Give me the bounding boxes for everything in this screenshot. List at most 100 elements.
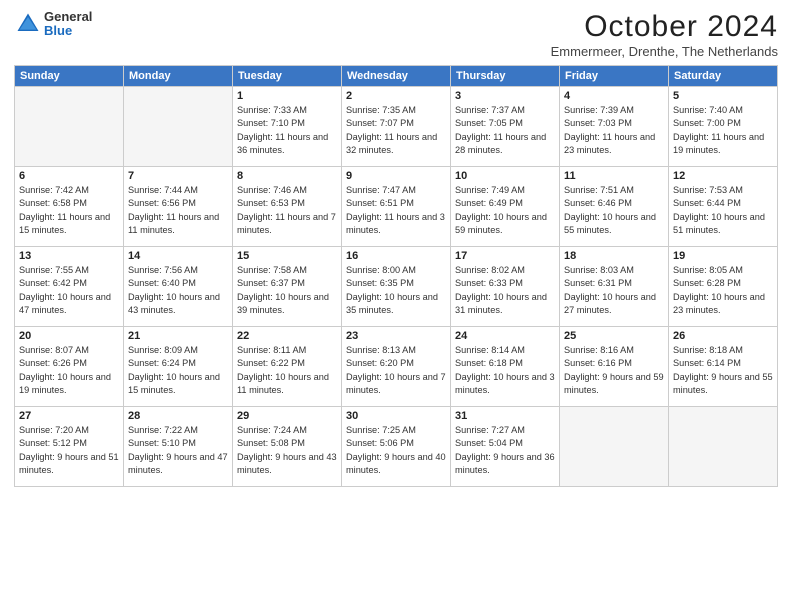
weekday-header-tuesday: Tuesday [233, 66, 342, 87]
day-info: Sunrise: 8:07 AM Sunset: 6:26 PM Dayligh… [19, 344, 119, 397]
day-number: 5 [673, 90, 773, 102]
day-cell: 18 Sunrise: 8:03 AM Sunset: 6:31 PM Dayli… [560, 247, 669, 327]
day-cell: 31Sunrise: 7:27 AM Sunset: 5:04 PM Dayli… [451, 407, 560, 487]
day-info: Sunrise: 7:44 AM Sunset: 6:56 PM Dayligh… [128, 184, 228, 237]
day-number: 7 [128, 170, 228, 182]
day-cell [15, 87, 124, 167]
day-cell: 6 Sunrise: 7:42 AM Sunset: 6:58 PM Daylig… [15, 167, 124, 247]
day-cell: 22Sunrise: 8:11 AM Sunset: 6:22 PM Dayli… [233, 327, 342, 407]
day-cell: 12 Sunrise: 7:53 AM Sunset: 6:44 PM Dayli… [669, 167, 778, 247]
weekday-header-friday: Friday [560, 66, 669, 87]
day-number: 15 [237, 250, 337, 262]
day-number: 1 [237, 90, 337, 102]
day-info: Sunrise: 8:00 AM Sunset: 6:35 PM Dayligh… [346, 264, 446, 317]
day-cell: 5 Sunrise: 7:40 AM Sunset: 7:00 PM Daylig… [669, 87, 778, 167]
day-number: 11 [564, 170, 664, 182]
day-cell: 3Sunrise: 7:37 AM Sunset: 7:05 PM Daylig… [451, 87, 560, 167]
day-cell: 13 Sunrise: 7:55 AM Sunset: 6:42 PM Dayli… [15, 247, 124, 327]
day-number: 21 [128, 330, 228, 342]
day-info: Sunrise: 7:39 AM Sunset: 7:03 PM Dayligh… [564, 104, 664, 157]
day-number: 9 [346, 170, 446, 182]
day-number: 24 [455, 330, 555, 342]
logo-blue: Blue [44, 24, 92, 38]
weekday-header-saturday: Saturday [669, 66, 778, 87]
day-info: Sunrise: 7:20 AM Sunset: 5:12 PM Dayligh… [19, 424, 119, 477]
weekday-header-sunday: Sunday [15, 66, 124, 87]
day-number: 18 [564, 250, 664, 262]
day-cell: 25 Sunrise: 8:16 AM Sunset: 6:16 PM Dayli… [560, 327, 669, 407]
day-number: 22 [237, 330, 337, 342]
day-info: Sunrise: 7:55 AM Sunset: 6:42 PM Dayligh… [19, 264, 119, 317]
day-number: 14 [128, 250, 228, 262]
day-number: 25 [564, 330, 664, 342]
day-info: Sunrise: 7:22 AM Sunset: 5:10 PM Dayligh… [128, 424, 228, 477]
day-number: 6 [19, 170, 119, 182]
day-info: Sunrise: 8:18 AM Sunset: 6:14 PM Dayligh… [673, 344, 773, 397]
logo-text: General Blue [44, 10, 92, 39]
day-cell [124, 87, 233, 167]
subtitle: Emmermeer, Drenthe, The Netherlands [551, 44, 778, 59]
day-info: Sunrise: 7:33 AM Sunset: 7:10 PM Dayligh… [237, 104, 337, 157]
page: General Blue October 2024 Emmermeer, Dre… [0, 0, 792, 612]
day-cell: 4 Sunrise: 7:39 AM Sunset: 7:03 PM Daylig… [560, 87, 669, 167]
day-cell: 28 Sunrise: 7:22 AM Sunset: 5:10 PM Dayli… [124, 407, 233, 487]
day-number: 2 [346, 90, 446, 102]
day-number: 27 [19, 410, 119, 422]
day-info: Sunrise: 7:35 AM Sunset: 7:07 PM Dayligh… [346, 104, 446, 157]
day-cell: 17 Sunrise: 8:02 AM Sunset: 6:33 PM Dayli… [451, 247, 560, 327]
day-cell: 20Sunrise: 8:07 AM Sunset: 6:26 PM Dayli… [15, 327, 124, 407]
day-info: Sunrise: 7:58 AM Sunset: 6:37 PM Dayligh… [237, 264, 337, 317]
day-cell: 26 Sunrise: 8:18 AM Sunset: 6:14 PM Dayli… [669, 327, 778, 407]
day-cell: 1 Sunrise: 7:33 AM Sunset: 7:10 PM Daylig… [233, 87, 342, 167]
day-number: 19 [673, 250, 773, 262]
day-info: Sunrise: 8:16 AM Sunset: 6:16 PM Dayligh… [564, 344, 664, 397]
day-number: 26 [673, 330, 773, 342]
week-row-1: 6 Sunrise: 7:42 AM Sunset: 6:58 PM Daylig… [15, 167, 778, 247]
day-number: 12 [673, 170, 773, 182]
day-info: Sunrise: 7:53 AM Sunset: 6:44 PM Dayligh… [673, 184, 773, 237]
day-info: Sunrise: 8:03 AM Sunset: 6:31 PM Dayligh… [564, 264, 664, 317]
day-info: Sunrise: 7:24 AM Sunset: 5:08 PM Dayligh… [237, 424, 337, 477]
day-cell: 8 Sunrise: 7:46 AM Sunset: 6:53 PM Daylig… [233, 167, 342, 247]
week-row-4: 27 Sunrise: 7:20 AM Sunset: 5:12 PM Dayli… [15, 407, 778, 487]
day-number: 10 [455, 170, 555, 182]
weekday-header-monday: Monday [124, 66, 233, 87]
day-cell: 10 Sunrise: 7:49 AM Sunset: 6:49 PM Dayli… [451, 167, 560, 247]
day-cell: 21Sunrise: 8:09 AM Sunset: 6:24 PM Dayli… [124, 327, 233, 407]
day-cell: 11 Sunrise: 7:51 AM Sunset: 6:46 PM Dayli… [560, 167, 669, 247]
day-info: Sunrise: 7:49 AM Sunset: 6:49 PM Dayligh… [455, 184, 555, 237]
day-number: 4 [564, 90, 664, 102]
day-number: 29 [237, 410, 337, 422]
day-number: 16 [346, 250, 446, 262]
logo-general: General [44, 10, 92, 24]
day-info: Sunrise: 8:13 AM Sunset: 6:20 PM Dayligh… [346, 344, 446, 397]
day-info: Sunrise: 8:05 AM Sunset: 6:28 PM Dayligh… [673, 264, 773, 317]
header: General Blue October 2024 Emmermeer, Dre… [14, 10, 778, 59]
day-number: 13 [19, 250, 119, 262]
day-cell: 19 Sunrise: 8:05 AM Sunset: 6:28 PM Dayli… [669, 247, 778, 327]
day-info: Sunrise: 7:42 AM Sunset: 6:58 PM Dayligh… [19, 184, 119, 237]
day-info: Sunrise: 8:02 AM Sunset: 6:33 PM Dayligh… [455, 264, 555, 317]
calendar-table: SundayMondayTuesdayWednesdayThursdayFrid… [14, 65, 778, 487]
week-row-0: 1 Sunrise: 7:33 AM Sunset: 7:10 PM Daylig… [15, 87, 778, 167]
day-info: Sunrise: 7:37 AM Sunset: 7:05 PM Dayligh… [455, 104, 555, 157]
day-cell [669, 407, 778, 487]
day-info: Sunrise: 7:51 AM Sunset: 6:46 PM Dayligh… [564, 184, 664, 237]
day-info: Sunrise: 7:46 AM Sunset: 6:53 PM Dayligh… [237, 184, 337, 237]
day-cell: 7 Sunrise: 7:44 AM Sunset: 6:56 PM Daylig… [124, 167, 233, 247]
day-info: Sunrise: 7:40 AM Sunset: 7:00 PM Dayligh… [673, 104, 773, 157]
day-cell: 14 Sunrise: 7:56 AM Sunset: 6:40 PM Dayli… [124, 247, 233, 327]
day-number: 28 [128, 410, 228, 422]
day-info: Sunrise: 7:25 AM Sunset: 5:06 PM Dayligh… [346, 424, 446, 477]
day-number: 17 [455, 250, 555, 262]
day-info: Sunrise: 7:56 AM Sunset: 6:40 PM Dayligh… [128, 264, 228, 317]
weekday-header-wednesday: Wednesday [342, 66, 451, 87]
day-cell: 16 Sunrise: 8:00 AM Sunset: 6:35 PM Dayli… [342, 247, 451, 327]
day-number: 23 [346, 330, 446, 342]
day-cell: 30Sunrise: 7:25 AM Sunset: 5:06 PM Dayli… [342, 407, 451, 487]
day-info: Sunrise: 7:27 AM Sunset: 5:04 PM Dayligh… [455, 424, 555, 477]
day-number: 8 [237, 170, 337, 182]
week-row-3: 20Sunrise: 8:07 AM Sunset: 6:26 PM Dayli… [15, 327, 778, 407]
logo-icon [14, 10, 42, 38]
day-info: Sunrise: 7:47 AM Sunset: 6:51 PM Dayligh… [346, 184, 446, 237]
